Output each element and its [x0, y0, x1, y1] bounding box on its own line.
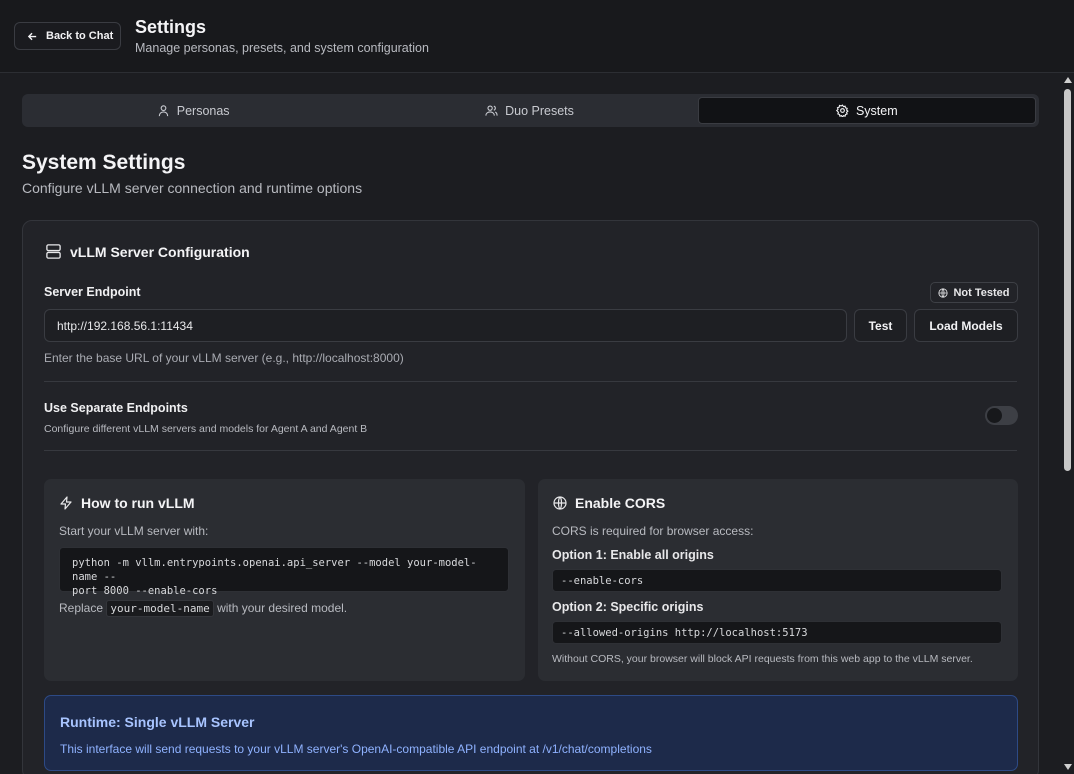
replace-prefix: Replace — [59, 601, 104, 615]
tab-personas-label: Personas — [176, 103, 230, 118]
back-to-chat-button[interactable]: Back to Chat — [14, 22, 121, 50]
run-command-line-1: python -m vllm.entrypoints.openai.api_se… — [72, 557, 477, 583]
cors-panel: Enable CORS CORS is required for browser… — [538, 479, 1018, 681]
server-config-title-label: vLLM Server Configuration — [70, 243, 250, 260]
load-models-button[interactable]: Load Models — [914, 309, 1018, 342]
server-config-card: vLLM Server Configuration Server Endpoin… — [22, 220, 1039, 774]
cors-option2-code: --allowed-origins http://localhost:5173 — [552, 621, 1002, 644]
scroll-down-arrow-icon[interactable] — [1064, 764, 1072, 770]
runtime-title: Runtime: Single vLLM Server — [60, 714, 255, 730]
tab-duo-presets-label: Duo Presets — [505, 103, 574, 118]
model-name-code: your-model-name — [106, 600, 214, 617]
runtime-info-box: Runtime: Single vLLM Server This interfa… — [44, 695, 1018, 771]
toggle-knob — [987, 408, 1002, 423]
separate-endpoints-title: Use Separate Endpoints — [44, 401, 188, 415]
endpoint-label: Server Endpoint — [44, 285, 141, 299]
status-badge: Not Tested — [930, 282, 1018, 303]
endpoint-help-text: Enter the base URL of your vLLM server (… — [44, 351, 404, 365]
globe-icon — [553, 496, 567, 510]
tab-system[interactable]: System — [697, 97, 1036, 124]
server-endpoint-input[interactable]: http://192.168.56.1:11434 — [44, 309, 847, 342]
globe-icon — [938, 287, 949, 298]
run-intro-text: Start your vLLM server with: — [59, 524, 209, 538]
cors-note: Without CORS, your browser will block AP… — [552, 653, 973, 665]
cors-title-label: Enable CORS — [575, 495, 666, 511]
run-command-code: python -m vllm.entrypoints.openai.api_se… — [59, 547, 509, 597]
replace-suffix: with your desired model. — [217, 601, 348, 615]
how-to-run-title: How to run vLLM — [59, 495, 195, 511]
gear-icon — [835, 104, 849, 117]
zap-icon — [60, 496, 72, 510]
server-config-title: vLLM Server Configuration — [45, 243, 250, 260]
test-button[interactable]: Test — [854, 309, 907, 342]
arrow-left-icon — [27, 32, 37, 40]
users-icon — [485, 105, 498, 116]
cors-option1-code: --enable-cors — [552, 569, 1002, 592]
divider — [44, 450, 1017, 451]
cors-intro-text: CORS is required for browser access: — [552, 524, 754, 538]
tab-duo-presets[interactable]: Duo Presets — [361, 97, 697, 124]
back-to-chat-label: Back to Chat — [46, 30, 114, 42]
runtime-text: This interface will send requests to you… — [60, 742, 652, 756]
replace-model-text: Replace your-model-name with your desire… — [59, 600, 347, 617]
settings-tabs: Personas Duo Presets System — [22, 94, 1039, 127]
how-to-run-title-label: How to run vLLM — [81, 495, 195, 511]
app-header: Back to Chat Settings Manage personas, p… — [0, 0, 1074, 73]
scroll-thumb[interactable] — [1064, 89, 1071, 471]
tab-system-label: System — [855, 103, 898, 118]
tab-personas[interactable]: Personas — [25, 97, 361, 124]
run-command-line-2: port 8000 --enable-cors — [72, 585, 218, 597]
page-scrollbar[interactable] — [1061, 73, 1074, 774]
separate-endpoints-desc: Configure different vLLM servers and mod… — [44, 423, 368, 435]
user-icon — [158, 105, 168, 117]
cors-option1-label: Option 1: Enable all origins — [552, 548, 714, 562]
status-badge-label: Not Tested — [953, 286, 1010, 299]
how-to-run-panel: How to run vLLM Start your vLLM server w… — [44, 479, 525, 681]
server-icon — [46, 244, 61, 259]
cors-option2-label: Option 2: Specific origins — [552, 600, 704, 614]
scroll-up-arrow-icon[interactable] — [1064, 77, 1072, 83]
header-title: Settings — [135, 17, 207, 37]
divider — [44, 381, 1017, 382]
page-subtitle: Configure vLLM server connection and run… — [22, 180, 363, 196]
separate-endpoints-toggle[interactable] — [985, 406, 1018, 425]
page-title: System Settings — [22, 151, 186, 174]
cors-title: Enable CORS — [553, 495, 665, 511]
header-subtitle: Manage personas, presets, and system con… — [135, 41, 429, 55]
